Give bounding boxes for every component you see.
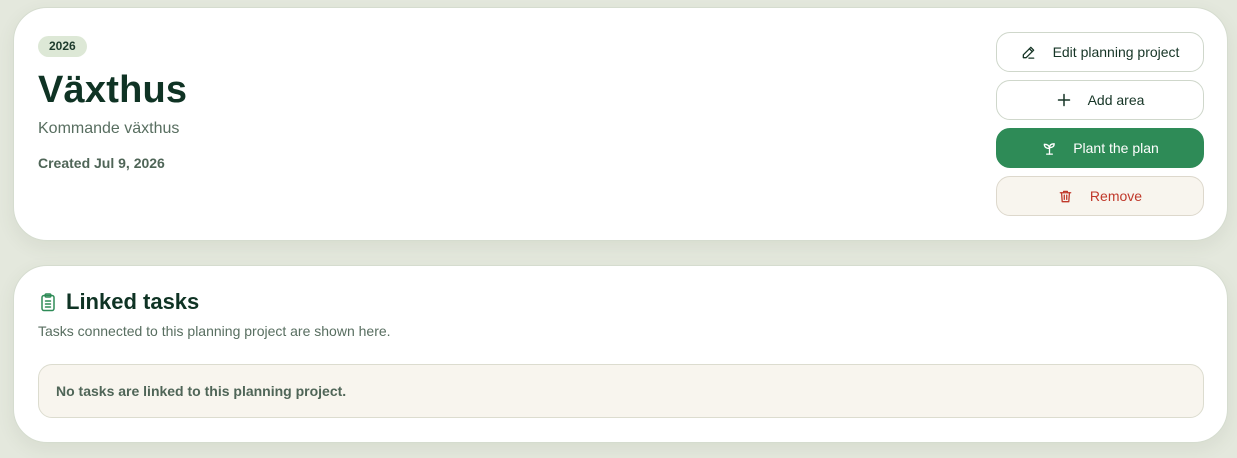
trash-icon bbox=[1058, 188, 1074, 204]
sprout-icon bbox=[1041, 140, 1057, 156]
add-area-button-label: Add area bbox=[1087, 92, 1145, 108]
remove-button-label: Remove bbox=[1089, 188, 1143, 204]
pencil-icon bbox=[1021, 44, 1037, 60]
add-area-button[interactable]: Add area bbox=[996, 80, 1204, 120]
clipboard-icon bbox=[38, 292, 58, 312]
plant-the-plan-button[interactable]: Plant the plan bbox=[996, 128, 1204, 168]
empty-state-message: No tasks are linked to this planning pro… bbox=[38, 364, 1204, 418]
project-header-card: 2026 Växthus Kommande växthus Created Ju… bbox=[13, 7, 1228, 241]
created-date: Created Jul 9, 2026 bbox=[38, 155, 165, 171]
project-description: Kommande växthus bbox=[38, 120, 180, 137]
project-title: Växthus bbox=[38, 69, 188, 111]
linked-tasks-description: Tasks connected to this planning project… bbox=[38, 323, 391, 339]
remove-button[interactable]: Remove bbox=[996, 176, 1204, 216]
linked-tasks-card: Linked tasks Tasks connected to this pla… bbox=[13, 265, 1228, 443]
edit-planning-project-button[interactable]: Edit planning project bbox=[996, 32, 1204, 72]
linked-tasks-title: Linked tasks bbox=[66, 289, 200, 314]
year-badge: 2026 bbox=[38, 36, 87, 57]
plant-button-label: Plant the plan bbox=[1073, 140, 1159, 156]
edit-button-label: Edit planning project bbox=[1052, 44, 1180, 60]
plus-icon bbox=[1056, 92, 1072, 108]
